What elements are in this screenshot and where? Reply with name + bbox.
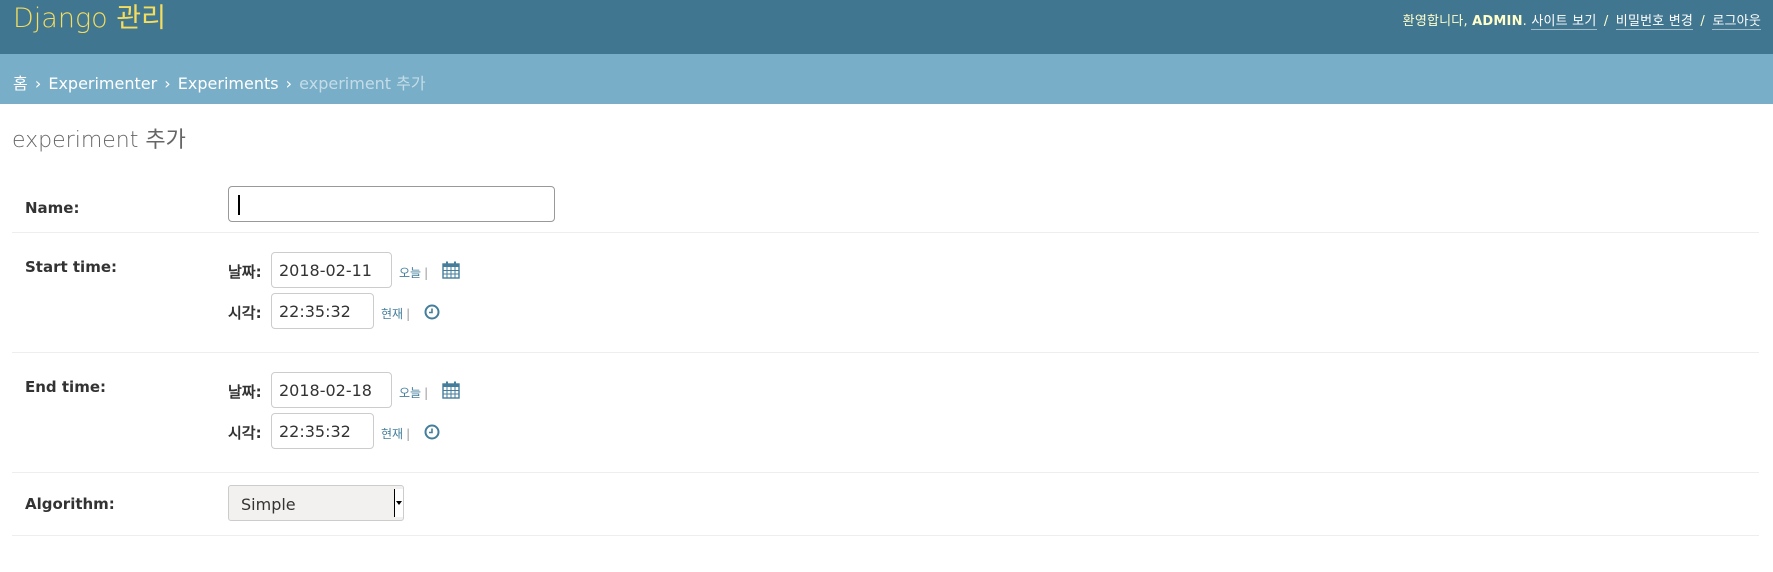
end-time-sub-label: 시각: bbox=[228, 424, 262, 442]
view-site-link[interactable]: 사이트 보기 bbox=[1531, 14, 1597, 30]
calendar-icon[interactable] bbox=[442, 261, 460, 279]
start-time-sub-label: 시각: bbox=[228, 304, 262, 322]
form-row-name: Name: bbox=[12, 182, 1759, 233]
header: Django 관리 환영합니다, ADMIN. 사이트 보기 / 비밀번호 변경… bbox=[0, 0, 1773, 54]
user-tools: 환영합니다, ADMIN. 사이트 보기 / 비밀번호 변경 / 로그아웃 bbox=[1402, 10, 1761, 30]
form-row-end-time: End time: 날짜: 2018-02-18 오늘 | 시각: 22:35:3… bbox=[12, 353, 1759, 473]
breadcrumb-app[interactable]: Experimenter bbox=[48, 74, 157, 93]
username: ADMIN bbox=[1472, 14, 1523, 29]
logout-link[interactable]: 로그아웃 bbox=[1712, 14, 1761, 30]
start-time-group: 시각: 22:35:32 현재 | bbox=[228, 293, 828, 329]
algorithm-select[interactable]: Simple bbox=[228, 485, 404, 521]
separator: / bbox=[1603, 14, 1609, 29]
clock-icon[interactable] bbox=[424, 424, 440, 440]
breadcrumb-arrow: › bbox=[34, 74, 42, 93]
start-time-shortcut: 현재 | bbox=[381, 305, 410, 322]
breadcrumb: 홈 › Experimenter › Experiments › experim… bbox=[0, 54, 1773, 104]
start-time-input[interactable]: 22:35:32 bbox=[271, 293, 374, 329]
chevron-down-icon bbox=[394, 489, 403, 517]
breadcrumb-home[interactable]: 홈 bbox=[13, 74, 28, 93]
start-time-label: Start time: bbox=[25, 258, 117, 276]
breadcrumb-model[interactable]: Experiments bbox=[178, 74, 279, 93]
name-label: Name: bbox=[25, 199, 80, 217]
content: experiment 추가 Name: Start time: 날짜: 2018… bbox=[0, 104, 1773, 536]
now-link[interactable]: 현재 bbox=[381, 307, 403, 321]
today-link[interactable]: 오늘 bbox=[399, 266, 421, 280]
end-date-label: 날짜: bbox=[228, 383, 262, 401]
calendar-icon[interactable] bbox=[442, 381, 460, 399]
breadcrumb-current: experiment 추가 bbox=[299, 74, 426, 93]
end-time-shortcut: 현재 | bbox=[381, 425, 410, 442]
algorithm-label: Algorithm: bbox=[25, 495, 115, 513]
start-date-label: 날짜: bbox=[228, 263, 262, 281]
end-date-shortcut: 오늘 | bbox=[399, 384, 428, 401]
end-time-label: End time: bbox=[25, 378, 106, 396]
end-time-input[interactable]: 22:35:32 bbox=[271, 413, 374, 449]
shortcut-separator: | bbox=[406, 427, 411, 441]
clock-icon[interactable] bbox=[424, 304, 440, 320]
text-cursor bbox=[238, 195, 240, 215]
shortcut-separator: | bbox=[424, 266, 429, 280]
start-date-group: 날짜: 2018-02-11 오늘 | bbox=[228, 252, 828, 288]
now-link[interactable]: 현재 bbox=[381, 427, 403, 441]
end-date-group: 날짜: 2018-02-18 오늘 | bbox=[228, 372, 828, 408]
end-date-input[interactable]: 2018-02-18 bbox=[271, 372, 392, 408]
start-date-input[interactable]: 2018-02-11 bbox=[271, 252, 392, 288]
page-title: experiment 추가 bbox=[12, 128, 186, 153]
site-branding[interactable]: Django 관리 bbox=[13, 0, 166, 38]
shortcut-separator: | bbox=[406, 307, 411, 321]
today-link[interactable]: 오늘 bbox=[399, 386, 421, 400]
end-time-group: 시각: 22:35:32 현재 | bbox=[228, 413, 828, 449]
form-row-algorithm: Algorithm: Simple bbox=[12, 473, 1759, 536]
name-input[interactable] bbox=[228, 186, 555, 222]
welcome-text: 환영합니다, bbox=[1402, 14, 1468, 29]
breadcrumb-arrow: › bbox=[285, 74, 293, 93]
form-row-start-time: Start time: 날짜: 2018-02-11 오늘 | 시각: 22:35… bbox=[12, 233, 1759, 353]
username-suffix: . bbox=[1522, 14, 1528, 29]
change-password-link[interactable]: 비밀번호 변경 bbox=[1615, 14, 1694, 30]
shortcut-separator: | bbox=[424, 386, 429, 400]
start-date-shortcut: 오늘 | bbox=[399, 264, 428, 281]
separator: / bbox=[1700, 14, 1706, 29]
algorithm-selected-value: Simple bbox=[241, 495, 296, 514]
breadcrumb-arrow: › bbox=[164, 74, 171, 93]
